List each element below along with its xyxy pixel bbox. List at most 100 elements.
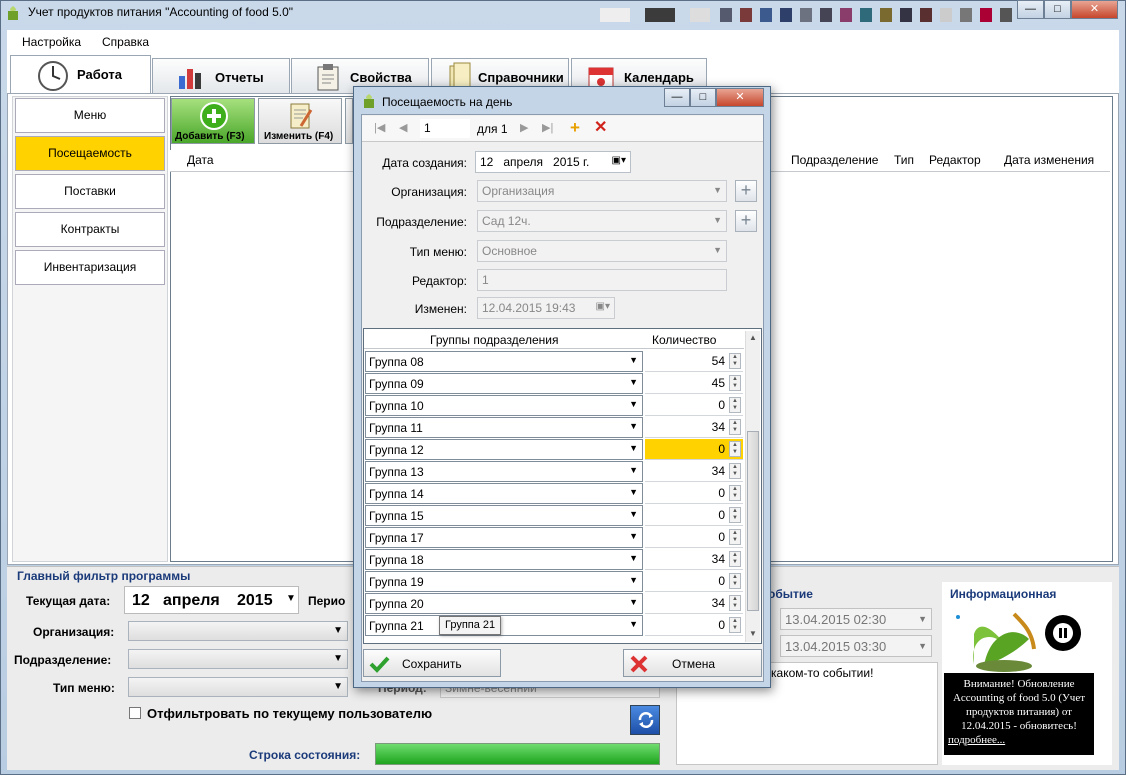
group-select[interactable]: Группа 21 ▼	[365, 615, 643, 636]
sidebar-item-supplies[interactable]: Поставки	[15, 174, 165, 209]
spin-arrows-icon[interactable]: ▲ ▼	[729, 419, 741, 435]
spin-arrows-icon[interactable]: ▲ ▼	[729, 573, 741, 589]
sidebar-item-inventory[interactable]: Инвентаризация	[15, 250, 165, 285]
quantity-stepper-selected[interactable]: 0 ▲ ▼	[645, 439, 743, 460]
save-button[interactable]: Сохранить	[363, 649, 501, 677]
add-record-icon[interactable]: +	[570, 118, 580, 138]
group-select[interactable]: Группа 11 ▼	[365, 417, 643, 438]
add-org-button[interactable]: +	[735, 180, 757, 202]
spin-arrows-icon[interactable]: ▲ ▼	[729, 507, 741, 523]
quantity-stepper[interactable]: 0 ▲ ▼	[645, 395, 743, 416]
spin-arrows-icon[interactable]: ▲ ▼	[729, 529, 741, 545]
quantity-stepper[interactable]: 34 ▲ ▼	[645, 417, 743, 438]
refresh-button[interactable]	[630, 705, 660, 735]
event-end-field[interactable]: 13.04.2015 03:30 ▼	[780, 635, 932, 657]
chevron-down-icon: ▼	[629, 421, 638, 431]
tab-reports[interactable]: Отчеты	[152, 58, 290, 95]
spin-arrows-icon[interactable]: ▲ ▼	[729, 551, 741, 567]
spin-arrows-icon[interactable]: ▲ ▼	[729, 375, 741, 391]
quantity-stepper[interactable]: 45 ▲ ▼	[645, 373, 743, 394]
column-date[interactable]: Дата	[187, 153, 214, 167]
add-dept-button[interactable]: +	[735, 210, 757, 232]
dialog-close-button[interactable]: ✕	[716, 88, 764, 107]
column-groups[interactable]: Группы подразделения	[430, 333, 558, 347]
group-select[interactable]: Группа 14 ▼	[365, 483, 643, 504]
chevron-down-icon: ▼	[629, 531, 638, 541]
column-department[interactable]: Подразделение	[791, 153, 878, 167]
group-select[interactable]: Группа 09 ▼	[365, 373, 643, 394]
menu-type-dialog-select[interactable]: Основное ▼	[477, 240, 727, 262]
last-record-icon[interactable]: ▶|	[542, 121, 553, 134]
delete-record-icon[interactable]: ✕	[594, 117, 607, 137]
quantity-stepper[interactable]: 0 ▲ ▼	[645, 483, 743, 504]
dialog-minimize-button[interactable]: —	[664, 88, 690, 107]
spin-arrows-icon[interactable]: ▲ ▼	[729, 485, 741, 501]
spin-arrows-icon[interactable]: ▲ ▼	[729, 617, 741, 633]
column-editor[interactable]: Редактор	[929, 153, 981, 167]
group-select[interactable]: Группа 08 ▼	[365, 351, 643, 372]
spin-arrows-icon[interactable]: ▲ ▼	[729, 353, 741, 369]
toolbar-button-partial[interactable]	[345, 98, 353, 144]
sidebar-item-menu[interactable]: Меню	[15, 98, 165, 133]
menu-settings[interactable]: Настройка	[22, 35, 81, 49]
quantity-stepper[interactable]: 0 ▲ ▼	[645, 505, 743, 526]
status-label: Строка состояния:	[249, 748, 361, 762]
spin-arrows-icon[interactable]: ▲ ▼	[729, 441, 741, 457]
prev-record-icon[interactable]: ◀	[399, 121, 407, 134]
record-position-input[interactable]: 1	[420, 119, 470, 138]
group-select[interactable]: Группа 17 ▼	[365, 527, 643, 548]
maximize-button[interactable]: □	[1044, 0, 1071, 19]
groups-scrollbar[interactable]: ▲ ▼	[745, 331, 760, 642]
changed-field[interactable]: 12.04.2015 19:43 ▣▾	[477, 297, 615, 319]
quantity-stepper[interactable]: 54 ▲ ▼	[645, 351, 743, 372]
menu-type-select[interactable]: ▼	[128, 677, 348, 697]
scroll-thumb[interactable]	[747, 431, 759, 611]
group-select[interactable]: Группа 12 ▼	[365, 439, 643, 460]
spin-arrows-icon[interactable]: ▲ ▼	[729, 397, 741, 413]
more-link[interactable]: подробнее...	[948, 733, 1090, 747]
group-select[interactable]: Группа 19 ▼	[365, 571, 643, 592]
group-select[interactable]: Группа 20 ▼	[365, 593, 643, 614]
minimize-button[interactable]: —	[1017, 0, 1044, 19]
created-date-picker[interactable]: 12 апреля 2015 г. ▣▾	[475, 151, 631, 173]
group-select[interactable]: Группа 10 ▼	[365, 395, 643, 416]
quantity-stepper[interactable]: 34 ▲ ▼	[645, 593, 743, 614]
current-date-label: Текущая дата:	[26, 594, 111, 608]
organization-select[interactable]: ▼	[128, 621, 348, 641]
user-filter-checkbox[interactable]	[129, 707, 141, 719]
column-quantity[interactable]: Количество	[652, 333, 716, 347]
sidebar-item-contracts[interactable]: Контракты	[15, 212, 165, 247]
department-select[interactable]: ▼	[128, 649, 348, 669]
tab-work[interactable]: Работа	[10, 55, 151, 97]
current-date-picker[interactable]: 12 апреля 2015 ▼	[124, 586, 299, 614]
quantity-stepper[interactable]: 0 ▲ ▼	[645, 615, 743, 636]
group-select[interactable]: Группа 13 ▼	[365, 461, 643, 482]
add-button[interactable]: Добавить (F3)	[171, 98, 255, 144]
column-type[interactable]: Тип	[894, 153, 914, 167]
event-start-field[interactable]: 13.04.2015 02:30 ▼	[780, 608, 932, 630]
first-record-icon[interactable]: |◀	[374, 121, 385, 134]
spin-arrows-icon[interactable]: ▲ ▼	[729, 463, 741, 479]
dept-select[interactable]: Сад 12ч. ▼	[477, 210, 727, 232]
sidebar-item-attendance[interactable]: Посещаемость	[15, 136, 165, 171]
quantity-stepper[interactable]: 0 ▲ ▼	[645, 571, 743, 592]
close-button[interactable]: ✕	[1071, 0, 1118, 19]
group-select[interactable]: Группа 18 ▼	[365, 549, 643, 570]
scroll-down-icon[interactable]: ▼	[749, 629, 757, 638]
edit-button[interactable]: Изменить (F4)	[258, 98, 342, 144]
quantity-stepper[interactable]: 34 ▲ ▼	[645, 549, 743, 570]
next-record-icon[interactable]: ▶	[520, 121, 528, 134]
quantity-stepper[interactable]: 34 ▲ ▼	[645, 461, 743, 482]
scroll-up-icon[interactable]: ▲	[749, 333, 757, 342]
menu-help[interactable]: Справка	[102, 35, 149, 49]
org-select[interactable]: Организация ▼	[477, 180, 727, 202]
quantity-stepper[interactable]: 0 ▲ ▼	[645, 527, 743, 548]
department-label: Подразделение:	[14, 653, 112, 667]
pause-button[interactable]	[1045, 615, 1081, 651]
column-change-date[interactable]: Дата изменения	[1004, 153, 1094, 167]
group-select[interactable]: Группа 15 ▼	[365, 505, 643, 526]
editor-field[interactable]: 1	[477, 269, 727, 291]
dialog-maximize-button[interactable]: □	[690, 88, 716, 107]
spin-arrows-icon[interactable]: ▲ ▼	[729, 595, 741, 611]
cancel-button[interactable]: Отмена	[623, 649, 762, 677]
